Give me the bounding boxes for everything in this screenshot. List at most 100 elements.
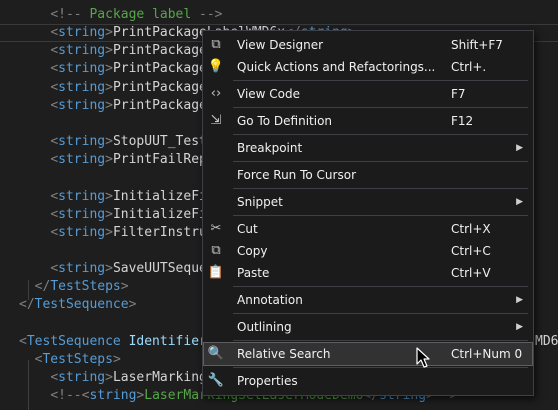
menu-item-label: Breakpoint <box>237 141 303 155</box>
code-line: </TestSequence> <box>19 296 136 314</box>
code-token: < <box>50 188 59 204</box>
code-token: InitializeFi <box>112 206 207 222</box>
code-token: string <box>58 370 106 385</box>
code-token: string <box>58 152 106 168</box>
code-token: </ <box>19 297 35 313</box>
empty-icon-slot <box>206 166 226 184</box>
code-token: < <box>50 25 59 41</box>
menu-separator <box>233 161 528 162</box>
mouse-pointer-icon <box>416 347 430 368</box>
designer-icon: ⧉ <box>211 37 221 52</box>
menu-separator <box>233 313 528 314</box>
code-token: > <box>105 134 113 150</box>
code-token: LaserMarking <box>112 370 207 385</box>
menu-item-paste[interactable]: 📋 Paste Ctrl+V <box>204 262 532 284</box>
code-token: PrintPackage <box>112 43 207 59</box>
code-token: > <box>105 206 113 222</box>
menu-item-shortcut: Shift+F7 <box>451 38 503 52</box>
menu-separator <box>233 367 528 368</box>
code-token: > <box>105 25 113 41</box>
context-menu[interactable]: ⧉ View Designer Shift+F7 💡 Quick Actions and… <box>202 30 534 396</box>
code-token: < <box>50 97 59 113</box>
code-token: > <box>105 97 113 113</box>
menu-item-breakpoint[interactable]: Breakpoint ▶ <box>204 137 532 159</box>
code-token: > <box>105 370 113 385</box>
code-token: string <box>58 97 106 113</box>
menu-separator <box>233 134 528 135</box>
code-token: PrintPackage <box>112 97 207 113</box>
code-token: TestSteps <box>42 351 113 367</box>
code-token: TestSteps <box>50 279 121 295</box>
menu-item-force-run-to-cursor[interactable]: Force Run To Cursor <box>204 164 532 186</box>
submenu-arrow-icon: ▶ <box>516 295 523 305</box>
menu-item-label: Cut <box>237 222 258 236</box>
menu-item-label: Annotation <box>237 293 303 307</box>
menu-item-shortcut: Ctrl+V <box>451 266 491 280</box>
go-to-definition-icon: ⇲ <box>210 113 222 128</box>
menu-item-relative-search[interactable]: 🔍 Relative Search Ctrl+Num 0 <box>203 342 533 366</box>
submenu-arrow-icon: ▶ <box>516 143 523 153</box>
code-token: < <box>50 261 59 277</box>
code-token: > <box>105 61 113 77</box>
code-token: TestSequence <box>26 333 129 349</box>
menu-item-label: Quick Actions and Refactorings... <box>237 60 436 74</box>
code-token: string <box>58 188 106 204</box>
code-token: FilterInstru <box>112 224 207 240</box>
code-token: string <box>58 261 106 277</box>
code-line: <string>PrintFailRep <box>19 151 207 169</box>
menu-item-shortcut: F7 <box>451 87 466 101</box>
copy-icon: ⧉ <box>211 243 221 258</box>
menu-item-shortcut: Ctrl+X <box>451 222 491 236</box>
menu-item-view-code[interactable]: ‹› View Code F7 <box>204 83 532 105</box>
indent-guide <box>28 360 29 410</box>
code-line: <string>PrintPackage <box>19 97 207 115</box>
code-token: string <box>58 43 106 59</box>
scissors-icon: ✂ <box>210 221 222 236</box>
code-token: < <box>50 43 59 59</box>
code-token: string <box>58 224 106 240</box>
menu-item-cut[interactable]: ✂ Cut Ctrl+X <box>204 218 532 240</box>
menu-item-quick-actions[interactable]: 💡 Quick Actions and Refactorings... Ctrl+. <box>204 56 532 78</box>
menu-item-snippet[interactable]: Snippet ▶ <box>204 191 532 213</box>
menu-separator <box>233 107 528 108</box>
menu-item-view-designer[interactable]: ⧉ View Designer Shift+F7 <box>204 34 532 56</box>
code-token: > <box>105 188 113 204</box>
menu-item-shortcut: Ctrl+C <box>451 244 491 258</box>
code-token: < <box>50 79 59 95</box>
menu-item-outlining[interactable]: Outlining ▶ <box>204 316 532 338</box>
code-line: <string>FilterInstru <box>19 224 207 242</box>
menu-item-annotation[interactable]: Annotation ▶ <box>204 289 532 311</box>
code-token: <!-- <box>50 7 90 22</box>
code-token: < <box>50 370 59 385</box>
menu-item-copy[interactable]: ⧉ Copy Ctrl+C <box>204 240 532 262</box>
submenu-arrow-icon: ▶ <box>516 322 523 332</box>
menu-item-shortcut: Ctrl+Num 0 <box>451 347 523 361</box>
code-token: < <box>50 61 59 77</box>
code-line: </TestSteps> <box>19 278 129 296</box>
menu-item-label: Go To Definition <box>237 114 333 128</box>
code-token: > <box>112 351 121 367</box>
code-token: > <box>120 279 129 295</box>
menu-item-label: Properties <box>237 374 298 388</box>
code-line: <string>PrintPackage <box>19 60 207 78</box>
code-token: < <box>50 134 59 150</box>
menu-item-properties[interactable]: 🔧 Properties <box>204 370 532 392</box>
menu-separator <box>233 188 528 189</box>
code-line: <string>InitializeFi <box>19 188 207 206</box>
code-token: < <box>50 152 59 168</box>
menu-item-label: Paste <box>237 266 270 280</box>
code-token: < <box>19 333 27 349</box>
code-line: <TestSequence Identifier <box>19 333 207 351</box>
menu-item-shortcut: Ctrl+. <box>451 60 487 74</box>
code-token: < <box>50 224 59 240</box>
menu-separator <box>233 215 528 216</box>
code-overflow-text: MD6x <box>535 333 558 349</box>
empty-icon-slot <box>206 291 226 309</box>
lightbulb-icon: 💡 <box>207 59 225 74</box>
code-token: string <box>89 388 137 404</box>
menu-item-go-to-definition[interactable]: ⇲ Go To Definition F12 <box>204 110 532 132</box>
code-token: string <box>58 25 106 41</box>
code-token: string <box>58 206 106 222</box>
code-token: PrintFailRep <box>112 152 207 168</box>
code-line: <string>InitializeFi <box>19 206 207 224</box>
